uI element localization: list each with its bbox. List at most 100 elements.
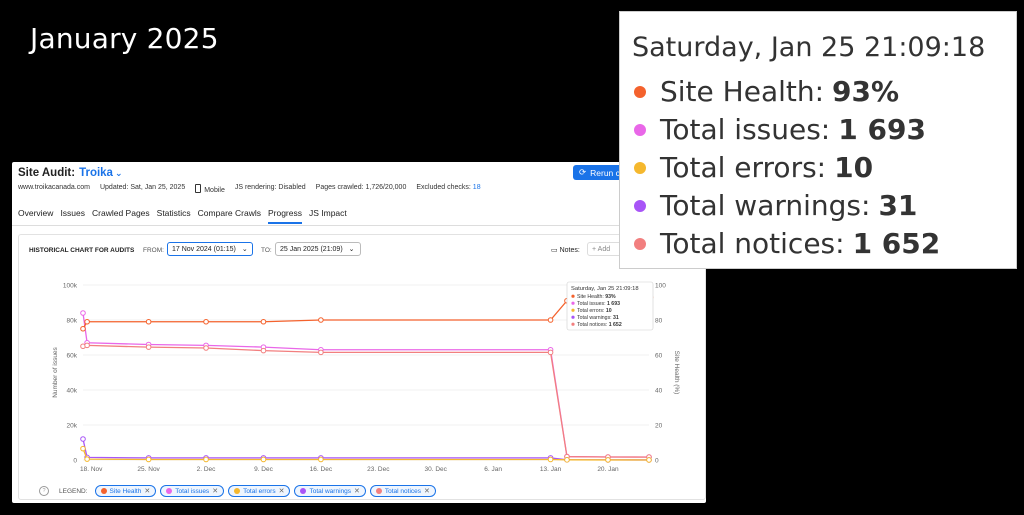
zoom-row-total-issues: Total issues: 1 693 [634, 113, 926, 146]
close-icon[interactable]: ✕ [424, 487, 430, 495]
data-point [80, 325, 86, 332]
y-left-tick-label: 20k [67, 423, 78, 430]
mobile-icon [195, 184, 202, 193]
close-icon[interactable]: ✕ [279, 487, 285, 495]
data-point [80, 310, 86, 316]
legend-label: LEGEND: [59, 487, 88, 495]
data-point [80, 445, 86, 452]
legend-dot [375, 488, 382, 494]
x-tick-label: 23. Dec [367, 466, 390, 473]
data-point [260, 318, 267, 325]
tooltip-dot [571, 315, 575, 319]
data-point [260, 456, 267, 463]
chart-tooltip-row: Site Health: 93% [577, 294, 616, 300]
tab-issues[interactable]: Issues [60, 208, 85, 224]
y-left-tick-label: 80k [67, 318, 78, 325]
legend-chip-total-warnings[interactable]: Total warnings ✕ [294, 485, 366, 497]
tooltip-dot [571, 322, 575, 326]
y-left-tick-label: 40k [67, 388, 78, 395]
tooltip-dot [571, 294, 575, 298]
legend-dot [166, 488, 173, 494]
tooltip-dot [571, 301, 575, 305]
y-left-tick-label: 60k [67, 353, 78, 360]
x-tick-label: 18. Nov [80, 466, 103, 473]
updated: Updated: Sat, Jan 25, 2025 [99, 184, 186, 191]
series-dot [634, 123, 646, 136]
data-point [318, 456, 324, 463]
tab-compare-crawls[interactable]: Compare Crawls [198, 208, 261, 224]
zoom-row-total-notices: Total notices: 1 652 [634, 227, 940, 260]
series-dot [634, 199, 646, 212]
data-point [547, 349, 554, 356]
legend-chip-total-notices[interactable]: Total notices ✕ [369, 485, 436, 497]
data-point [260, 347, 267, 354]
data-point [84, 456, 90, 462]
y-left-tick-label: 100k [63, 283, 78, 290]
legend-chip-total-errors[interactable]: Total errors ✕ [228, 485, 291, 497]
y-right-axis-label: Site Health (%) [673, 351, 680, 395]
data-point [203, 318, 209, 325]
x-tick-label: 2. Dec [197, 466, 217, 473]
x-tick-label: 9. Dec [254, 466, 274, 473]
zoom-row-total-warnings: Total warnings: 31 [634, 189, 917, 222]
y-right-tick-label: 100 [655, 283, 666, 290]
legend-dot [100, 488, 107, 494]
caption: January 2025 [30, 22, 219, 55]
close-icon[interactable]: ✕ [144, 487, 150, 495]
help-icon[interactable]: ? [39, 486, 49, 496]
data-point [605, 457, 611, 463]
pages-crawled: Pages crawled: 1,726/20,000 [315, 184, 407, 191]
data-point [145, 318, 152, 325]
series-line-total-notices [82, 344, 650, 458]
zoom-row-total-errors: Total errors: 10 [634, 151, 873, 184]
y-right-tick-label: 80 [655, 318, 663, 325]
zoomed-tooltip: Saturday, Jan 25 21:09:18 Site Health: 93… [619, 11, 1017, 269]
series-dot [634, 85, 646, 98]
tab-progress[interactable]: Progress [267, 208, 302, 224]
site-audit-panel: Site Audit: Troika ⌄ ⟳ Rerun ca www.troikac… [12, 162, 706, 503]
data-point [80, 436, 86, 442]
chart-tooltip-row: Total issues: 1 693 [577, 301, 620, 307]
x-tick-label: 16. Dec [310, 466, 333, 473]
y-left-axis-label: Number of issues [52, 346, 59, 397]
refresh-icon: ⟳ [579, 167, 587, 177]
tab-js-impact[interactable]: JS Impact [309, 208, 347, 224]
chart-tooltip-row: Total errors: 10 [577, 308, 612, 314]
chart-tooltip-row: Total notices: 1 652 [577, 322, 622, 328]
zoom-row-site-health: Site Health: 93% [634, 75, 899, 108]
x-tick-label: 30. Dec [425, 466, 448, 473]
tab-crawled-pages[interactable]: Crawled Pages [92, 208, 150, 224]
chart-tooltip-date: Saturday, Jan 25 21:09:18 [571, 286, 639, 292]
series-dot [634, 161, 646, 174]
tab-statistics[interactable]: Statistics [157, 208, 191, 224]
data-point [564, 457, 570, 463]
data-point [84, 342, 90, 349]
tab-overview[interactable]: Overview [18, 208, 53, 224]
data-point [547, 317, 554, 323]
chevron-down-icon[interactable]: ⌄ [115, 168, 123, 178]
close-icon[interactable]: ✕ [354, 487, 360, 495]
page-title: Site Audit: Troika ⌄ [18, 167, 123, 179]
data-point [318, 349, 324, 356]
y-right-tick-label: 60 [655, 353, 663, 360]
data-point [203, 345, 209, 351]
tooltip-dot [571, 308, 575, 312]
legend-chip-total-issues[interactable]: Total issues ✕ [160, 485, 225, 497]
legend-chip-site-health[interactable]: Site Health ✕ [94, 485, 157, 497]
close-icon[interactable]: ✕ [212, 487, 218, 495]
x-tick-label: 13. Jan [540, 466, 562, 473]
y-right-tick-label: 0 [655, 458, 659, 465]
legend-dot [234, 488, 241, 494]
x-tick-label: 6. Jan [484, 466, 502, 473]
x-tick-label: 25. Nov [137, 466, 160, 473]
audit-meta: www.troikacanada.com Updated: Sat, Jan 2… [18, 184, 481, 194]
legend-dot [300, 488, 307, 494]
series-dot [634, 237, 646, 250]
tab-bar: Overview Issues Crawled Pages Statistics… [18, 208, 347, 224]
excluded-checks-link[interactable]: 18 [473, 184, 481, 191]
data-point [84, 318, 90, 325]
zoom-tooltip-date: Saturday, Jan 25 21:09:18 [632, 32, 986, 63]
data-point [203, 456, 209, 463]
project-selector[interactable]: Troika [79, 167, 113, 179]
x-tick-label: 20. Jan [597, 466, 619, 473]
